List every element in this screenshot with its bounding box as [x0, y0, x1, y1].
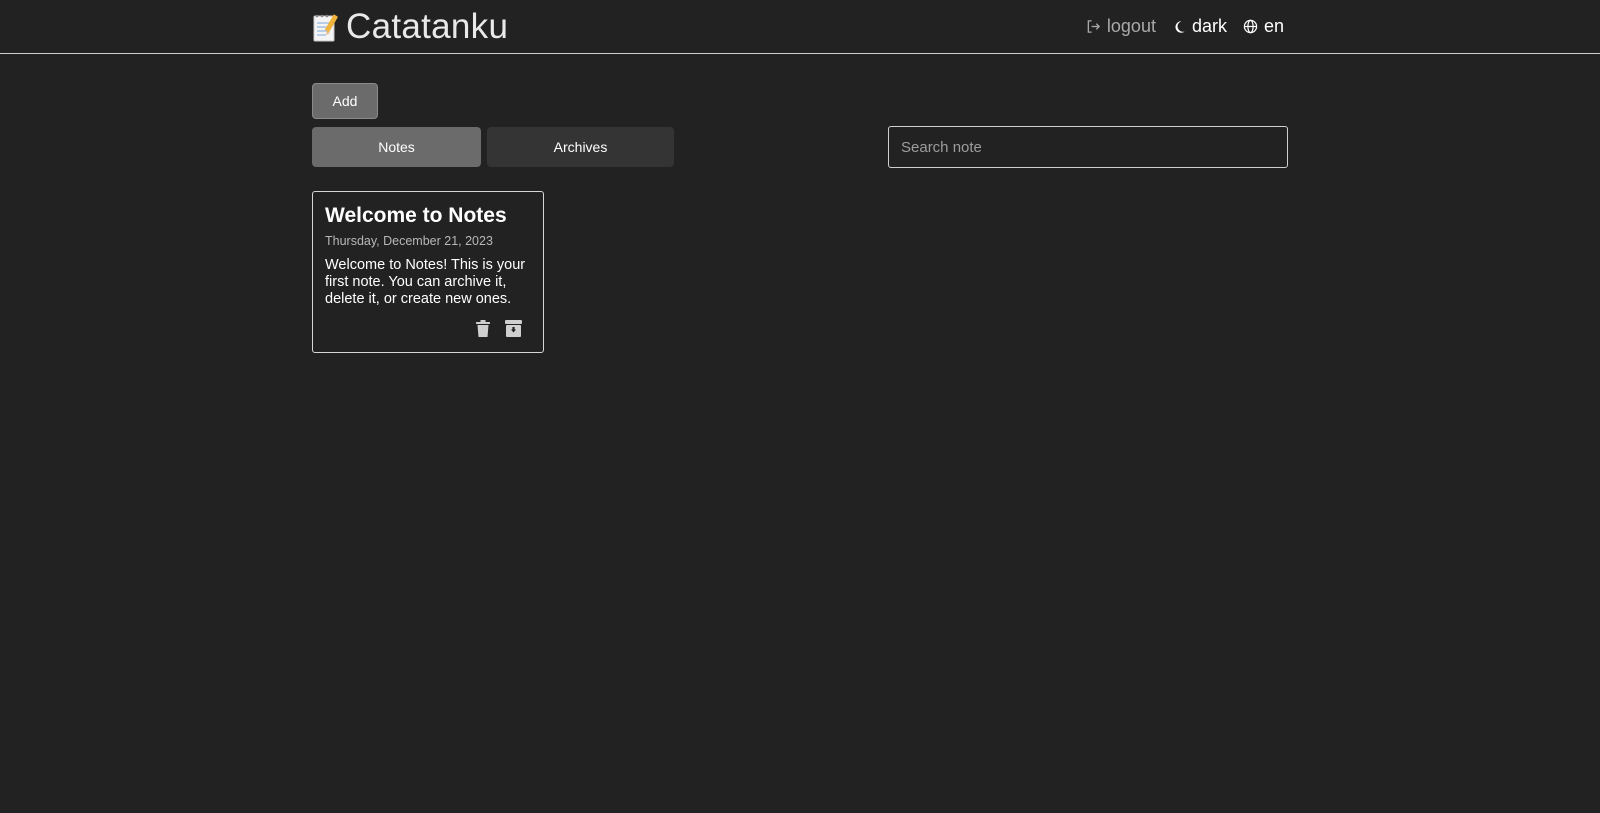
note-card: Welcome to Notes Thursday, December 21, …	[312, 191, 544, 353]
archive-icon[interactable]	[504, 318, 522, 338]
theme-toggle[interactable]: dark	[1172, 16, 1227, 37]
header-actions: logout dark en	[1086, 16, 1284, 37]
logout-label: logout	[1106, 16, 1156, 36]
note-title[interactable]: Welcome to Notes	[325, 204, 531, 228]
app-title: Catatanku	[346, 7, 509, 46]
tab-archives[interactable]: Archives	[487, 127, 674, 167]
globe-icon	[1243, 19, 1258, 34]
logout-button[interactable]: logout	[1086, 16, 1156, 37]
note-tabs: Notes Archives	[312, 127, 674, 167]
language-toggle[interactable]: en	[1243, 16, 1284, 37]
note-date: Thursday, December 21, 2023	[325, 234, 493, 248]
brand[interactable]: Catatanku	[312, 6, 508, 48]
memo-icon	[312, 12, 338, 42]
note-actions	[474, 318, 522, 338]
logout-icon	[1086, 19, 1101, 34]
trash-icon[interactable]	[474, 318, 492, 338]
theme-label: dark	[1191, 16, 1227, 36]
moon-icon	[1172, 20, 1186, 34]
search-input[interactable]	[888, 126, 1288, 168]
add-note-button[interactable]: Add	[312, 83, 378, 119]
top-navbar: Catatanku logout dark en	[0, 0, 1600, 54]
language-label: en	[1263, 16, 1284, 36]
tab-notes[interactable]: Notes	[312, 127, 481, 167]
note-body: Welcome to Notes! This is your first not…	[325, 257, 526, 307]
